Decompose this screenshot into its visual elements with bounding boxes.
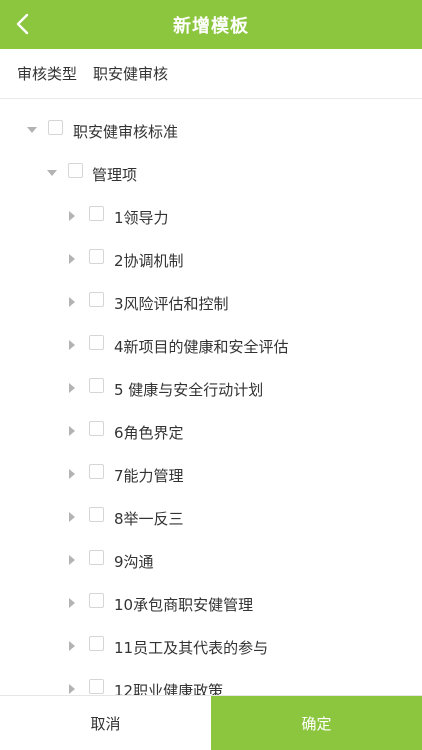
tree-item[interactable]: 7能力管理 [0,459,422,491]
tree-item[interactable]: 12职业健康政策 [0,674,422,695]
tree-item-label: 2协调机制 [114,252,184,270]
tree-item[interactable]: 5 健康与安全行动计划 [0,373,422,405]
audit-type-label: 审核类型 [17,65,78,83]
tree-item[interactable]: 9沟通 [0,545,422,577]
tree-checkbox[interactable] [68,163,83,178]
caret-right-icon[interactable] [65,682,79,695]
caret-right-icon[interactable] [65,295,79,309]
tree-checkbox[interactable] [89,550,104,565]
tree-checkbox[interactable] [89,636,104,651]
caret-right-icon[interactable] [65,639,79,653]
caret-right-icon[interactable] [65,381,79,395]
tree-checkbox[interactable] [89,421,104,436]
tree-item-label: 12职业健康政策 [114,682,224,695]
caret-right-icon[interactable] [65,553,79,567]
caret-down-icon[interactable] [25,123,39,137]
tree-item[interactable]: 6角色界定 [0,416,422,448]
app-header: 新增模板 [0,0,422,49]
tree-item[interactable]: 8举一反三 [0,502,422,534]
chevron-left-icon[interactable] [12,10,34,38]
caret-right-icon[interactable] [65,467,79,481]
tree-checkbox[interactable] [89,378,104,393]
tree-checkbox[interactable] [89,206,104,221]
caret-right-icon[interactable] [65,338,79,352]
tree-checkbox[interactable] [89,679,104,694]
caret-right-icon[interactable] [65,510,79,524]
tree-checkbox[interactable] [89,249,104,264]
caret-down-icon[interactable] [45,166,59,180]
tree-item-label: 4新项目的健康和安全评估 [114,338,289,356]
caret-right-icon[interactable] [65,252,79,266]
template-tree: 职安健审核标准 管理项 1领导力 2协调机制 3风险评估和控制 4新项目的健康和… [0,99,422,695]
tree-checkbox[interactable] [89,593,104,608]
confirm-button[interactable]: 确定 [211,696,422,750]
tree-item[interactable]: 11员工及其代表的参与 [0,631,422,663]
tree-checkbox[interactable] [48,120,63,135]
tree-item[interactable]: 3风险评估和控制 [0,287,422,319]
tree-item-label: 9沟通 [114,553,154,571]
audit-type-value: 职安健审核 [93,65,169,83]
tree-node-label: 管理项 [92,166,138,184]
tree-item-label: 6角色界定 [114,424,184,442]
caret-right-icon[interactable] [65,209,79,223]
tree-item[interactable]: 2协调机制 [0,244,422,276]
tree-item[interactable]: 10承包商职安健管理 [0,588,422,620]
cancel-button[interactable]: 取消 [0,696,211,750]
tree-checkbox[interactable] [89,464,104,479]
tree-checkbox[interactable] [89,335,104,350]
tree-item[interactable]: 1领导力 [0,201,422,233]
tree-checkbox[interactable] [89,507,104,522]
tree-item-label: 10承包商职安健管理 [114,596,254,614]
tree-item-label: 11员工及其代表的参与 [114,639,269,657]
caret-right-icon[interactable] [65,424,79,438]
tree-node-group[interactable]: 管理项 [0,158,422,190]
tree-node-root[interactable]: 职安健审核标准 [0,115,422,147]
tree-checkbox[interactable] [89,292,104,307]
caret-right-icon[interactable] [65,596,79,610]
tree-item[interactable]: 4新项目的健康和安全评估 [0,330,422,362]
tree-item-label: 5 健康与安全行动计划 [114,381,264,399]
tree-item-label: 7能力管理 [114,467,184,485]
tree-item-label: 3风险评估和控制 [114,295,229,313]
footer-bar: 取消 确定 [0,695,422,750]
tree-node-label: 职安健审核标准 [73,123,179,141]
audit-type-row: 审核类型 职安健审核 [0,49,422,99]
page-title: 新增模板 [173,15,249,37]
tree-item-label: 8举一反三 [114,510,184,528]
tree-item-label: 1领导力 [114,209,169,227]
